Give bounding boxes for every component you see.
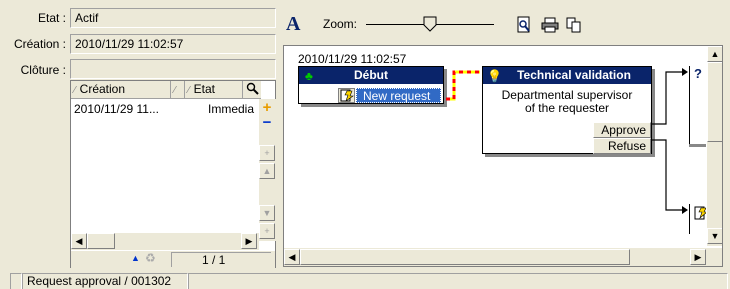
copy-icon[interactable]	[566, 17, 582, 33]
start-node[interactable]: ♣ Début New request	[298, 66, 444, 104]
approve-outcome[interactable]: Approve	[593, 122, 651, 138]
scroll-down-icon[interactable]: ▼	[707, 228, 722, 244]
start-node-title: ♣ Début	[299, 67, 443, 84]
activity-icon: 💡	[487, 69, 502, 83]
scroll-left-icon[interactable]: ◀	[284, 249, 300, 265]
workflow-window: Etat : Actif Création : 2010/11/29 11:02…	[0, 0, 730, 289]
zoom-slider-thumb[interactable]	[423, 16, 437, 32]
activity-title: 💡 Technical validation	[483, 67, 651, 84]
cloture-field[interactable]	[70, 59, 276, 79]
outgoing-transitions	[652, 68, 688, 214]
cloture-label: Clôture :	[20, 63, 66, 77]
technical-validation-node[interactable]: 💡 Technical validation Departmental supe…	[482, 66, 652, 154]
status-bar: Request approval / 001302	[0, 272, 730, 289]
list-hscrollbar[interactable]: ◀ ▶	[71, 233, 259, 250]
row-etat-cell: Immedia	[208, 102, 255, 116]
creation-field[interactable]: 2010/11/29 11:02:57	[70, 34, 276, 54]
etat-field[interactable]: Actif	[70, 8, 276, 28]
sort-icon: ⁄	[174, 85, 176, 96]
scroll-right-icon[interactable]: ▶	[241, 233, 257, 249]
zoom-label: Zoom:	[323, 17, 358, 31]
remove-icon[interactable]: −	[259, 115, 275, 131]
refuse-outcome[interactable]: Refuse	[593, 138, 651, 154]
status-grip	[10, 273, 22, 289]
status-empty	[188, 273, 728, 289]
column-separator[interactable]: ⁄	[171, 81, 185, 99]
creation-label: Création :	[13, 37, 66, 51]
prev-page-icon[interactable]: ▲	[131, 253, 140, 263]
move-up-icon[interactable]: ▲	[259, 163, 275, 179]
sort-icon: ⁄	[188, 85, 190, 96]
zoom-preview-icon[interactable]	[516, 16, 532, 34]
event-icon	[338, 88, 355, 103]
canvas-hscroll-thumb[interactable]	[300, 249, 630, 265]
refresh-icon[interactable]: ♻	[145, 251, 156, 265]
new-request-event[interactable]: New request	[356, 88, 441, 103]
scroll-right-icon[interactable]: ▶	[690, 249, 706, 265]
canvas-vscrollbar[interactable]: ▲ ▼	[706, 46, 722, 246]
canvas-vscroll-thumb[interactable]	[707, 62, 722, 142]
list-header: ⁄ Création ⁄ ⁄ Etat	[71, 81, 261, 99]
page-indicator: 1 / 1	[171, 252, 271, 267]
add-icon[interactable]: +	[259, 100, 275, 115]
scroll-up-icon[interactable]: ▲	[707, 46, 722, 62]
row-creation-cell: 2010/11/29 11...	[74, 102, 159, 116]
table-row[interactable]: 2010/11/29 11... Immedia	[73, 101, 259, 117]
list-hscroll-thumb[interactable]	[87, 233, 115, 249]
print-icon[interactable]	[541, 17, 559, 33]
scroll-left-icon[interactable]: ◀	[71, 233, 87, 249]
activity-title-text: Technical validation	[517, 68, 631, 82]
sort-icon: ⁄	[74, 85, 76, 96]
list-side-buttons: + − + ▲ ▼ +	[259, 99, 276, 241]
column-etat-label: Etat	[193, 82, 216, 96]
transition-connector	[446, 70, 480, 101]
expand-icon[interactable]: +	[259, 145, 275, 161]
question-icon: ?	[694, 66, 702, 81]
column-header-etat[interactable]: ⁄ Etat	[185, 81, 243, 99]
graph-toolbar: A Zoom:	[283, 8, 723, 40]
etat-label: Etat :	[37, 11, 66, 25]
canvas-hscrollbar[interactable]: ◀ ▶	[284, 248, 722, 266]
list-pager: ▲ ♻ 1 / 1	[71, 251, 275, 268]
search-icon[interactable]	[245, 82, 261, 98]
column-creation-label: Création	[79, 82, 126, 96]
font-icon[interactable]: A	[286, 13, 300, 36]
workflow-timestamp: 2010/11/29 11:02:57	[298, 52, 407, 66]
activity-description: Departmental supervisor of the requester	[483, 89, 651, 115]
start-icon: ♣	[305, 69, 313, 83]
history-list[interactable]: ⁄ Création ⁄ ⁄ Etat 2010/11/29 11... Immed…	[70, 80, 276, 268]
column-header-creation[interactable]: ⁄ Création	[71, 81, 171, 99]
status-text: Request approval / 001302	[22, 273, 188, 289]
expand-bottom-icon[interactable]: +	[259, 223, 275, 239]
move-down-icon[interactable]: ▼	[259, 205, 275, 221]
activity-desc-line2: of the requester	[524, 101, 610, 115]
start-title-text: Début	[354, 68, 388, 82]
workflow-canvas[interactable]: 2010/11/29 11:02:57 ♣ Début New request …	[283, 45, 723, 267]
